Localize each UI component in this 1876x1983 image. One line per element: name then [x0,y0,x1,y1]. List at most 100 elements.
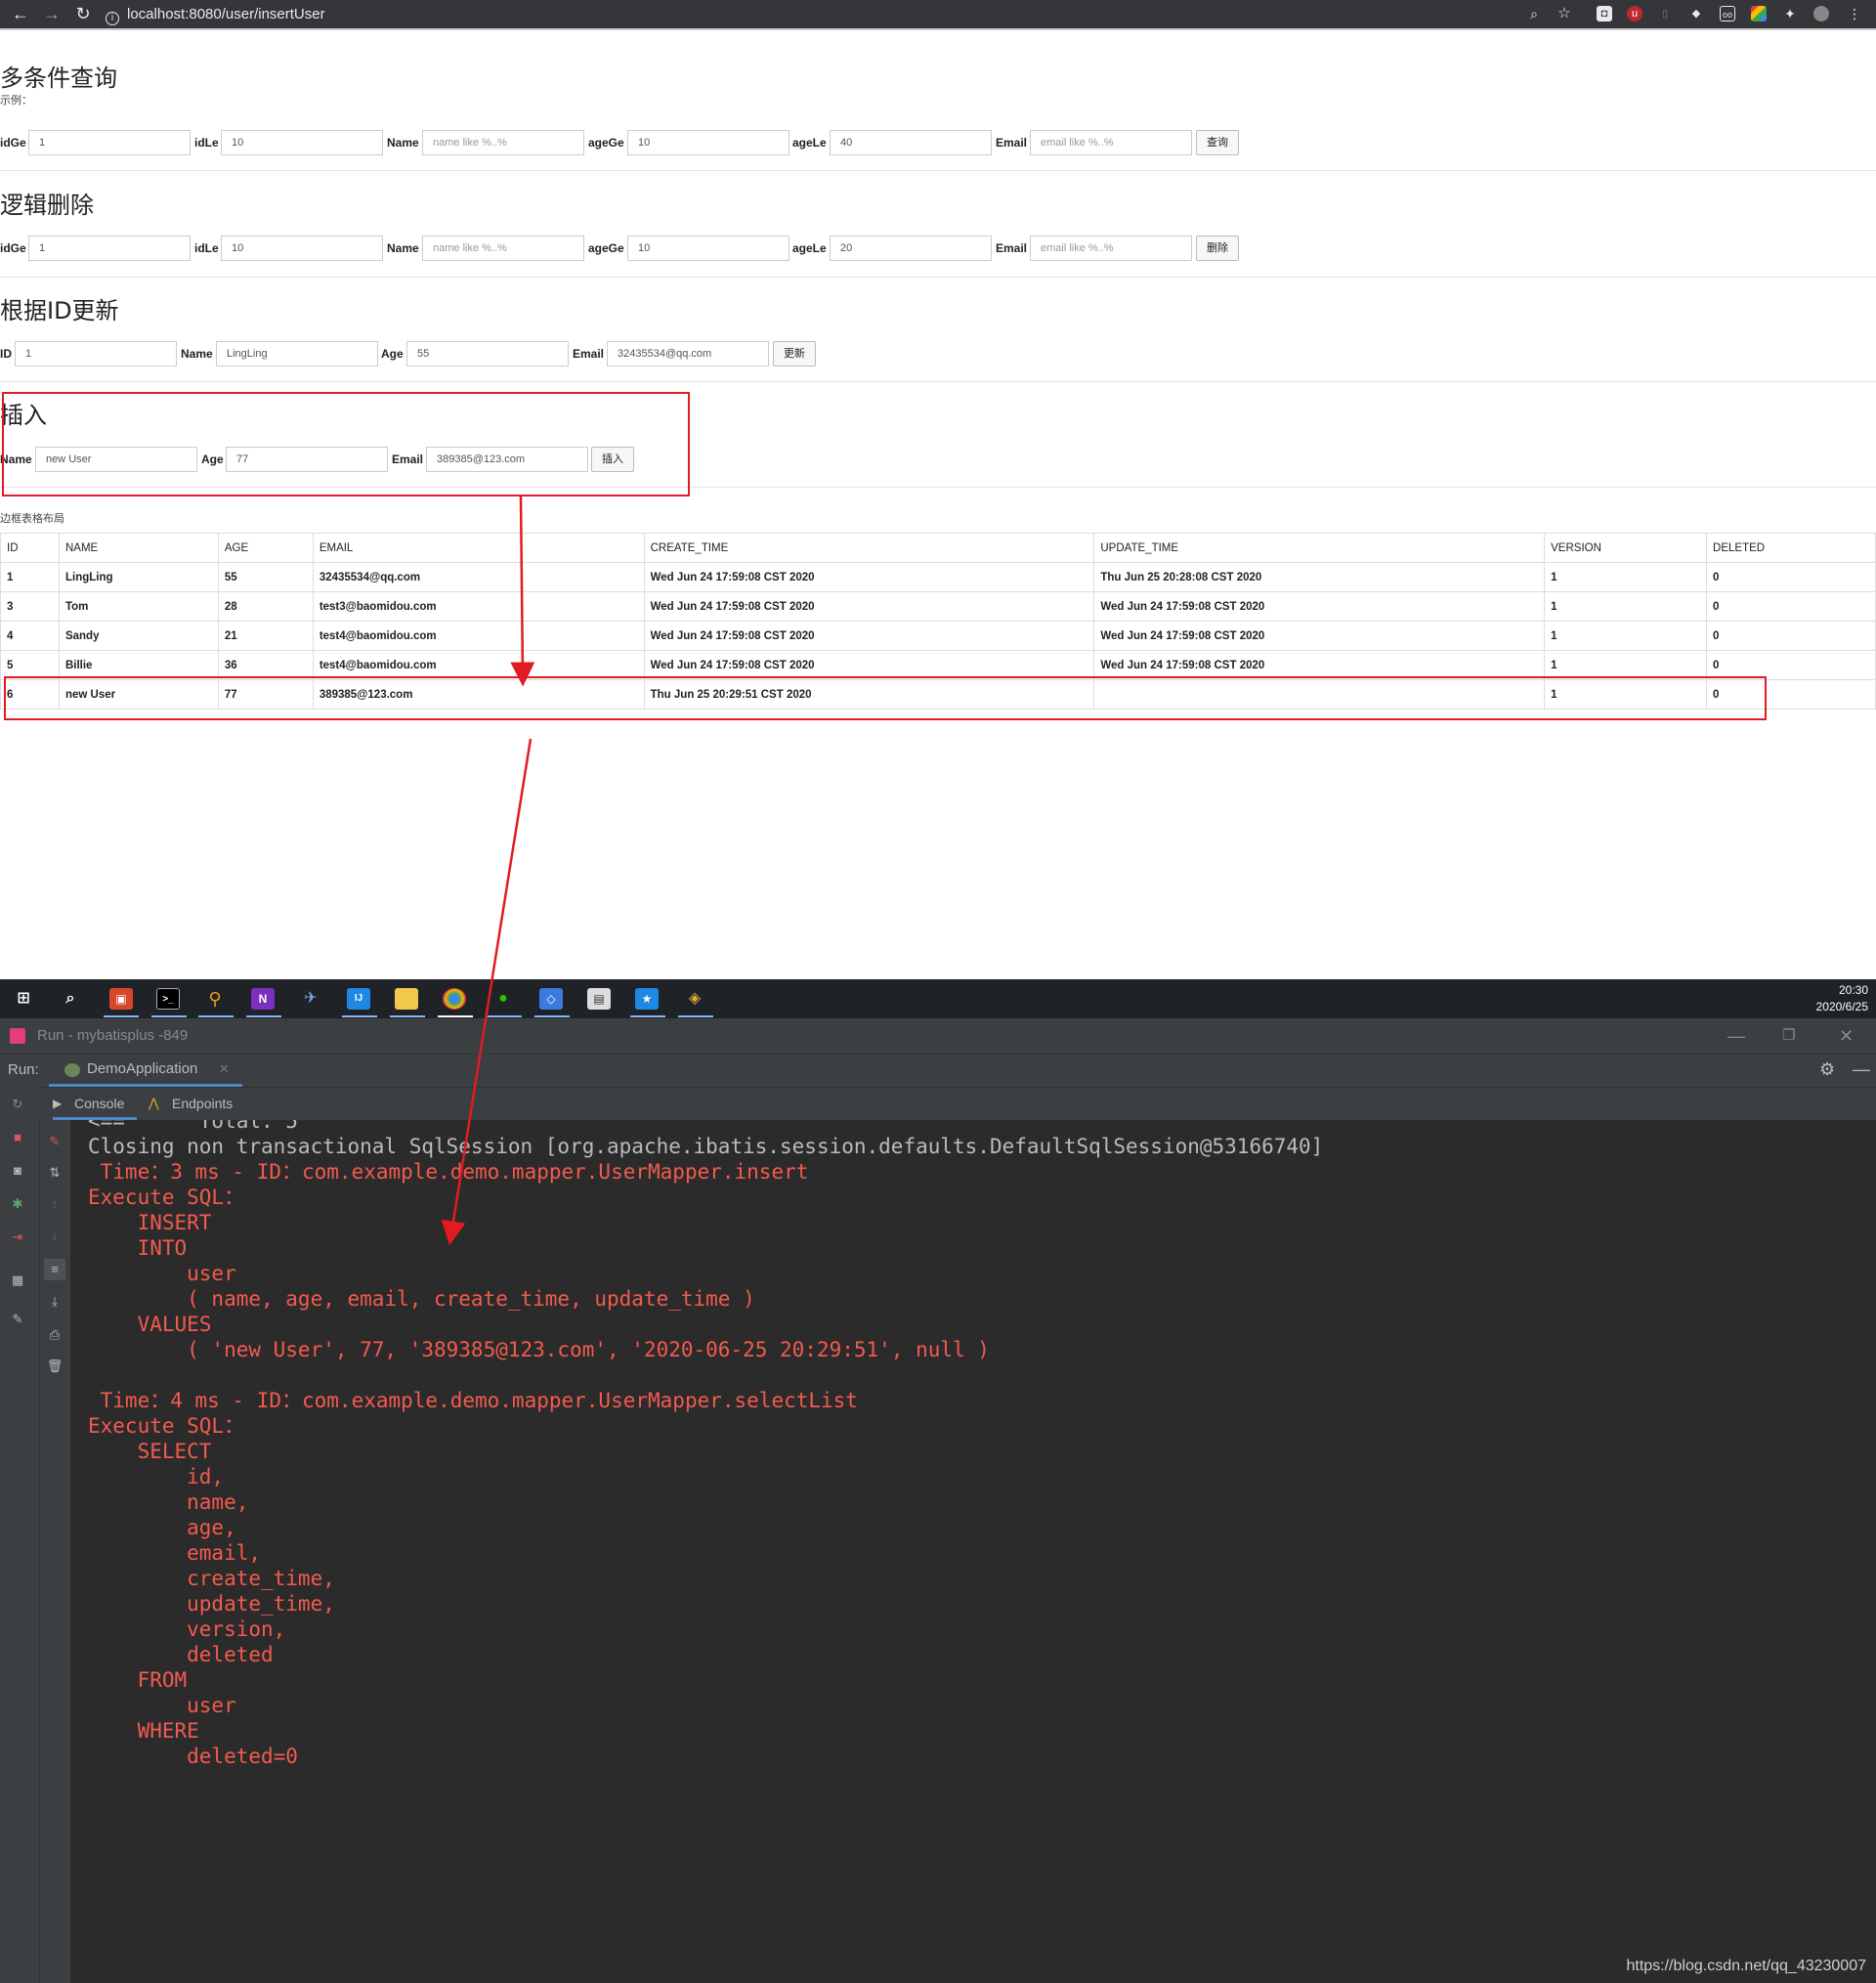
spring-run-icon [64,1063,80,1077]
delete-idge-input[interactable] [28,236,191,261]
intellij-icon[interactable]: IJ [347,988,370,1010]
profile-avatar[interactable] [1813,6,1829,22]
delete-name-input[interactable] [422,236,584,261]
puzzle-icon[interactable]: ✦ [1782,6,1798,22]
address-bar[interactable]: i localhost:8080/user/insertUser [106,2,1571,26]
extension-shield-icon[interactable]: ◘ [1597,6,1612,22]
run-tab-demoapplication[interactable]: DemoApplication ✕ [49,1055,242,1087]
soft-wrap-icon[interactable]: ≡ [44,1259,65,1280]
table-cell: LingLing [58,562,219,592]
menu-icon[interactable]: ⋮ [1847,6,1862,22]
table-cell: Wed Jun 24 17:59:08 CST 2020 [643,591,1095,622]
restore-icon[interactable]: ❐ [1782,1018,1795,1054]
table-cell: 0 [1706,621,1876,651]
search-icon[interactable]: ⌕ [59,988,82,1010]
column-header: ID [0,533,60,563]
clock-date: 2020/6/25 [1815,1000,1868,1013]
chrome-icon[interactable] [443,988,466,1010]
sort-icon[interactable]: ⇅ [46,1165,64,1181]
delete-agege-input[interactable] [627,236,789,261]
colorful-ext-icon[interactable] [1751,6,1767,22]
table-cell: 1 [1544,650,1708,680]
system-clock[interactable]: 20:30 2020/6/25 [1816,982,1868,1015]
update-name-input[interactable] [216,341,378,366]
onenote-icon[interactable]: N [251,988,275,1010]
query-name-input[interactable] [422,130,584,155]
table-cell: 1 [0,562,60,592]
windows-start-icon[interactable]: ⊞ [12,988,35,1010]
update-button[interactable]: 更新 [773,341,816,366]
file-explorer-icon[interactable] [395,988,418,1010]
pin-icon[interactable]: ✎ [9,1312,26,1327]
zoom-icon[interactable]: ⌕ [1526,6,1542,22]
down-arrow-icon[interactable]: ↓ [46,1228,64,1243]
vscode-icon[interactable]: ◇ [539,988,563,1010]
scroll-to-end-icon[interactable]: ⤓ [46,1294,64,1310]
minimize-icon[interactable]: — [1727,1018,1745,1054]
window-app-icon[interactable]: ▤ [587,988,611,1010]
terminal-icon[interactable]: >_ [156,988,180,1010]
table-cell: 5 [0,650,60,680]
git-icon[interactable]: ◈ [683,988,706,1010]
tab-endpoints[interactable]: ⋀ Endpoints [149,1088,256,1120]
section-title-update: 根据ID更新 [0,297,119,324]
bookmark-star-icon[interactable]: ☆ [1556,6,1572,22]
table-cell: test4@baomidou.com [312,650,645,680]
query-idge-input[interactable] [28,130,191,155]
close-tab-icon[interactable]: ✕ [219,1061,230,1077]
console-output[interactable]: <== Total: 5 Closing non transactional Sq… [70,1120,1876,1983]
star-app-icon[interactable]: ★ [635,988,659,1010]
delete-agele-input[interactable] [830,236,992,261]
taskbar-active-indicator [438,1015,473,1017]
table-cell: 0 [1706,650,1876,680]
app-icon[interactable]: ▣ [109,988,133,1010]
back-icon[interactable]: ← [10,3,31,24]
clock-time: 20:30 [1838,983,1868,997]
new-row-highlight [4,676,1767,720]
delete-button[interactable]: 删除 [1196,236,1239,261]
wechat-icon[interactable]: ● [491,988,515,1010]
rerun-icon[interactable]: ↻ [9,1097,26,1112]
reload-icon[interactable]: ↻ [72,3,94,24]
magnifier-app-icon[interactable]: ⚲ [203,988,227,1010]
debug-icon[interactable]: ✱ [9,1196,26,1212]
query-email-input[interactable] [1030,130,1192,155]
layout-icon[interactable]: ▦ [9,1272,26,1288]
tab-console[interactable]: ▶ Console [53,1088,137,1120]
console-line: INTO [88,1236,188,1260]
table-cell: 1 [1544,562,1708,592]
stop-icon[interactable]: ■ [9,1130,26,1145]
label-agele: ageLe [792,136,827,150]
window-title: Run - mybatisplus -849 [37,1027,189,1044]
query-agege-input[interactable] [627,130,789,155]
intellij-logo-icon [10,1028,25,1044]
gem-icon[interactable]: ◆ [1688,6,1704,22]
dictionary-icon[interactable]: oo [1720,6,1735,22]
hide-panel-icon[interactable]: — [1853,1059,1870,1080]
up-arrow-icon[interactable]: ↑ [46,1196,64,1212]
camera-icon[interactable]: ◙ [9,1163,26,1179]
update-email-input[interactable] [607,341,769,366]
forward-icon[interactable]: → [41,3,63,24]
close-icon[interactable]: ✕ [1839,1018,1854,1054]
delete-email-input[interactable] [1030,236,1192,261]
settings-gear-icon[interactable]: ⚙ [1819,1059,1835,1080]
dolphin-icon[interactable]: ✈ [299,988,322,1010]
exit-icon[interactable]: ⇥ [9,1229,26,1245]
query-idle-input[interactable] [221,130,383,155]
taskbar-active-indicator [487,1015,522,1017]
delete-idle-input[interactable] [221,236,383,261]
column-header: NAME [58,533,219,563]
update-age-input[interactable] [406,341,569,366]
print-icon[interactable]: ⎙ [46,1327,64,1343]
site-info-icon[interactable]: i [106,12,119,25]
query-agele-input[interactable] [830,130,992,155]
clear-edit-icon[interactable]: ✎ [46,1134,64,1149]
taskbar-active-indicator [390,1015,425,1017]
table-cell: 1 [1544,591,1708,622]
ublock-icon[interactable]: u [1627,6,1642,22]
bookmark-ext-icon[interactable]: ▯ [1657,6,1673,22]
query-button[interactable]: 查询 [1196,130,1239,155]
update-id-input[interactable] [15,341,177,366]
trash-icon[interactable]: 🗑 [46,1358,64,1374]
